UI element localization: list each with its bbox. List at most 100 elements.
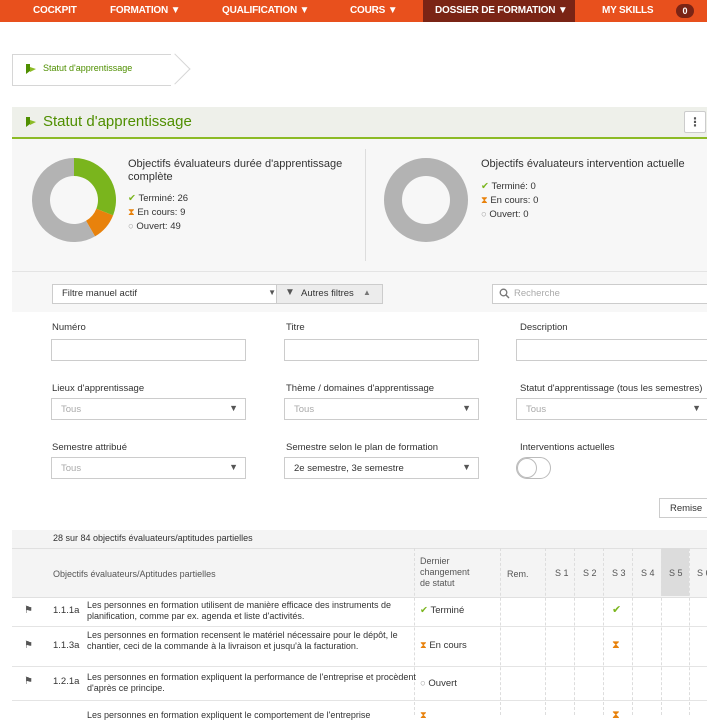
more-menu-button[interactable]: ⋮ xyxy=(684,111,706,133)
hourglass-icon: ⧗ xyxy=(612,639,620,651)
nav-qualification[interactable]: QUALIFICATION ▼ xyxy=(222,0,309,22)
row-objective: Les personnes en formation utilisent de … xyxy=(87,600,392,621)
row-objective: Les personnes en formation expliquent la… xyxy=(87,672,416,693)
row-objective: Les personnes en formation recensent le … xyxy=(87,630,398,651)
label-lieux: Lieux d'apprentissage xyxy=(52,383,145,394)
flag-icon[interactable]: ⚑ xyxy=(24,676,33,687)
numero-input[interactable] xyxy=(51,339,246,361)
stat-open-current: ○ Ouvert: 0 xyxy=(481,209,528,220)
hourglass-icon: ⧗ xyxy=(481,195,488,206)
notification-badge[interactable]: 0 xyxy=(676,4,694,18)
stat-label: Ouvert: xyxy=(136,221,168,232)
semestre-plan-select[interactable]: 2e semestre, 3e semestre ▼ xyxy=(284,457,479,479)
chevron-down-icon: ▼ xyxy=(268,288,276,297)
row-status-label: Ouvert xyxy=(428,678,457,689)
table-row[interactable]: Les personnes en formation expliquent le… xyxy=(12,701,707,721)
more-filters-label: Autres filtres xyxy=(301,288,354,299)
donut-slice-done xyxy=(74,158,116,216)
search-icon xyxy=(499,288,510,299)
flag-icon[interactable]: ⚑ xyxy=(24,640,33,651)
row-status: ⧗ xyxy=(420,710,427,721)
table-row[interactable]: ⚑ 1.1.3a Les personnes en formation rece… xyxy=(12,626,707,667)
row-status-label: En cours xyxy=(429,640,467,651)
hourglass-icon: ⧗ xyxy=(420,710,427,721)
row-status: ✔ Terminé xyxy=(420,605,464,616)
th-s2[interactable]: S 2 xyxy=(583,568,597,579)
row-number: 1.1.3a xyxy=(53,640,80,651)
table-row[interactable]: ⚑ 1.2.1a Les personnes en formation expl… xyxy=(12,666,707,701)
label-interventions: Interventions actuelles xyxy=(520,442,615,453)
th-s6[interactable]: S 6 xyxy=(697,568,707,579)
row-status: ⧗ En cours xyxy=(420,640,467,651)
donut-chart-total xyxy=(31,158,116,242)
stat-label: Ouvert: xyxy=(489,209,521,220)
more-filters-button[interactable]: ▼ Autres filtres ▲ xyxy=(276,284,383,304)
statut-select[interactable]: Tous ▼ xyxy=(516,398,707,420)
th-s3[interactable]: S 3 xyxy=(612,568,626,579)
nav-cockpit[interactable]: COCKPIT xyxy=(33,0,77,22)
th-rem[interactable]: Rem. xyxy=(507,569,529,580)
stat-done-current: ✔ Terminé: 0 xyxy=(481,181,536,192)
nav-my-skills[interactable]: MY SKILLS xyxy=(602,0,654,22)
hourglass-icon: ⧗ xyxy=(128,207,135,218)
theme-select[interactable]: Tous ▼ xyxy=(284,398,479,420)
description-input[interactable] xyxy=(516,339,707,361)
label-semestre-plan: Semestre selon le plan de formation xyxy=(286,442,439,453)
donut-slice-open xyxy=(384,158,468,242)
result-count: 28 sur 84 objectifs évaluateurs/aptitude… xyxy=(53,533,253,543)
stat-title-current: Objectifs évaluateurs intervention actue… xyxy=(481,158,685,170)
th-s4[interactable]: S 4 xyxy=(641,568,655,579)
chevron-up-icon: ▲ xyxy=(363,288,371,297)
chevron-down-icon: ▼ xyxy=(462,462,471,472)
th-s5[interactable]: S 5 xyxy=(669,568,683,579)
label-theme: Thème / domaines d'apprentissage xyxy=(286,383,435,394)
hourglass-icon: ⧗ xyxy=(420,640,427,651)
semestre-attribue-value: Tous xyxy=(61,463,82,474)
stat-progress-current: ⧗ En cours: 0 xyxy=(481,195,538,206)
stats-divider xyxy=(365,149,366,261)
stat-done-total: ✔ Terminé: 26 xyxy=(128,193,188,204)
table-row[interactable]: ⚑ 1.1.1a Les personnes en formation util… xyxy=(12,597,707,627)
th-objectives[interactable]: Objectifs évaluateurs/Aptitudes partiell… xyxy=(53,569,216,580)
lieux-value: Tous xyxy=(61,404,82,415)
chevron-down-icon: ▼ xyxy=(229,462,238,472)
manual-filter-value: Filtre manuel actif xyxy=(62,288,137,299)
reset-button[interactable]: Remise xyxy=(659,498,707,518)
search-field[interactable]: Recherche xyxy=(492,284,707,304)
check-icon: ✔ xyxy=(420,605,428,616)
semestre-attribue-select[interactable]: Tous ▼ xyxy=(51,457,246,479)
stat-title-total: Objectifs évaluateurs durée d'apprentiss… xyxy=(128,158,343,183)
chevron-down-icon: ▼ xyxy=(229,403,238,413)
nav-dossier-formation[interactable]: DOSSIER DE FORMATION ▼ xyxy=(423,0,575,22)
stat-value: 49 xyxy=(170,221,181,232)
check-icon: ✔ xyxy=(612,604,622,616)
titre-input[interactable] xyxy=(284,339,479,361)
breadcrumb-item-learning-status[interactable]: Statut d'apprentissage xyxy=(43,63,132,73)
top-navigation: COCKPIT FORMATION ▼ QUALIFICATION ▼ COUR… xyxy=(0,0,707,22)
nav-formation[interactable]: FORMATION ▼ xyxy=(110,0,180,22)
th-s1[interactable]: S 1 xyxy=(555,568,569,579)
flag-icon[interactable]: ⚑ xyxy=(24,605,33,616)
stat-value: 0 xyxy=(523,209,529,220)
circle-icon: ○ xyxy=(481,209,487,220)
panel-header: Statut d'apprentissage ⋮ xyxy=(12,107,707,139)
theme-value: Tous xyxy=(294,404,315,415)
result-count-bar: 28 sur 84 objectifs évaluateurs/aptitude… xyxy=(12,530,707,548)
manual-filter-select[interactable]: Filtre manuel actif ▼ xyxy=(52,284,283,304)
search-input[interactable]: Recherche xyxy=(514,288,560,299)
chevron-down-icon: ▼ xyxy=(692,403,701,413)
stat-value: 26 xyxy=(177,193,189,204)
semestre-plan-value: 2e semestre, 3e semestre xyxy=(294,463,404,474)
interventions-toggle[interactable] xyxy=(516,457,551,479)
stat-label: En cours: xyxy=(137,207,178,218)
stat-label: Terminé: xyxy=(138,193,175,204)
nav-cours[interactable]: COURS ▼ xyxy=(350,0,398,22)
th-last-change[interactable]: Dernier changement de statut xyxy=(420,556,480,589)
stat-value: 9 xyxy=(180,207,186,218)
donut-chart-current xyxy=(384,158,468,242)
lieux-select[interactable]: Tous ▼ xyxy=(51,398,246,420)
learning-status-icon xyxy=(26,117,36,127)
label-titre: Titre xyxy=(286,322,305,333)
row-status-label: Terminé xyxy=(430,605,465,616)
stat-value: 0 xyxy=(533,195,539,206)
